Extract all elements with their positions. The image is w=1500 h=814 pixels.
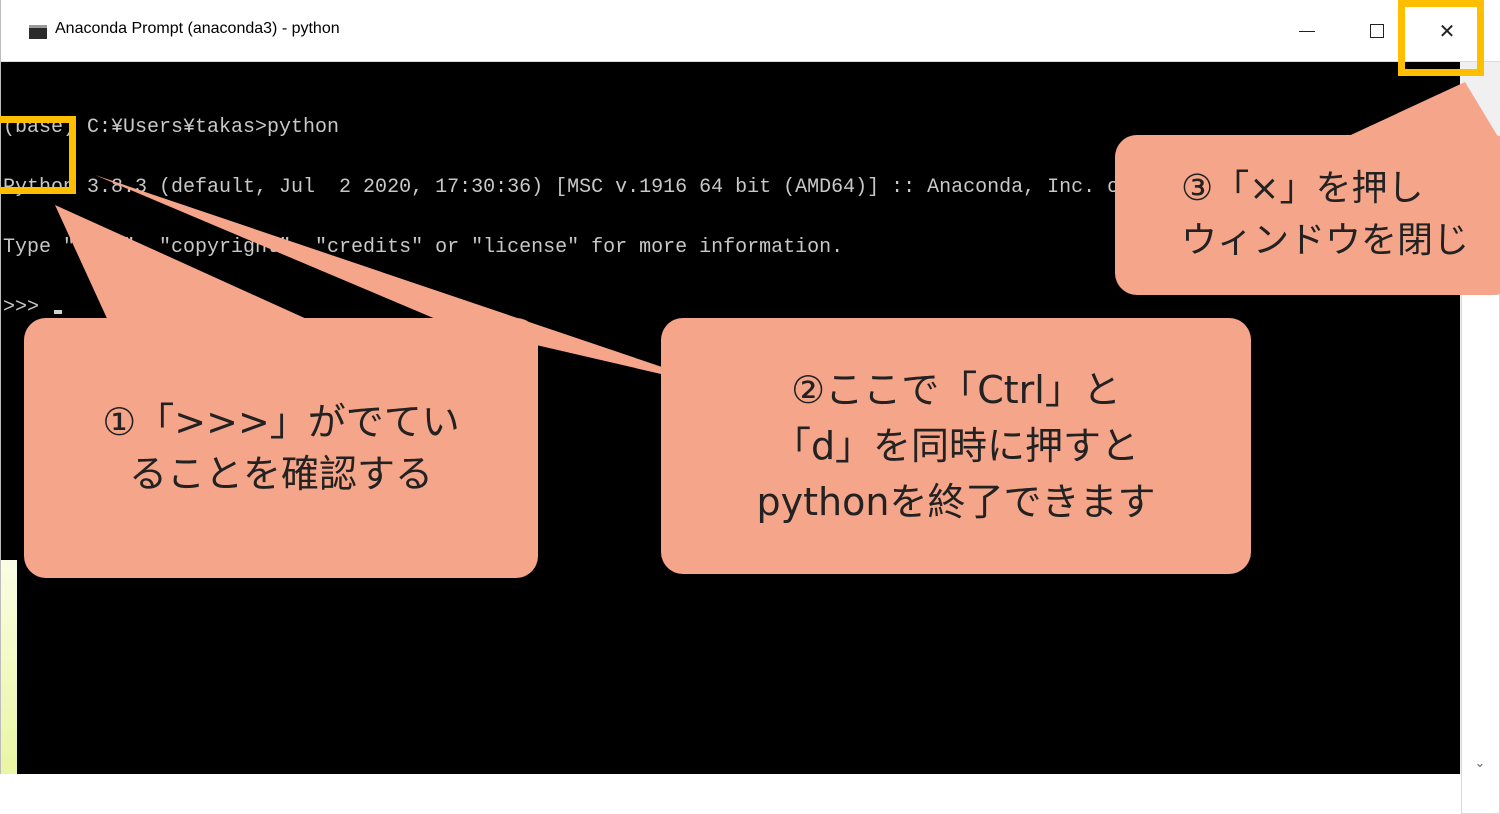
callout-step-3: ③「×」を押し ウィンドウを閉じ [1115,135,1500,295]
prompt-highlight [0,116,76,194]
callout-step-2-line-1: ②ここで「Ctrl」と [791,368,1121,412]
callout-step-2-line-3: pythonを終了できます [756,480,1156,524]
callout-step-1-line-1: ①「>>>」がでてい [102,400,460,444]
callout-step-1: ①「>>>」がでてい ることを確認する [24,318,538,578]
callout-step-2: ②ここで「Ctrl」と 「d」を同時に押すと pythonを終了できます [661,318,1251,574]
close-button-highlight [1398,0,1484,76]
callout-3-tail [1340,82,1500,140]
callout-step-3-line-2: ウィンドウを閉じ [1181,220,1470,261]
callout-step-2-line-2: 「d」を同時に押すと [772,424,1140,468]
callout-1-tail [55,205,320,325]
callout-step-1-line-2: ることを確認する [128,452,433,496]
callout-step-3-line-1: ③「×」を押し [1181,168,1424,209]
